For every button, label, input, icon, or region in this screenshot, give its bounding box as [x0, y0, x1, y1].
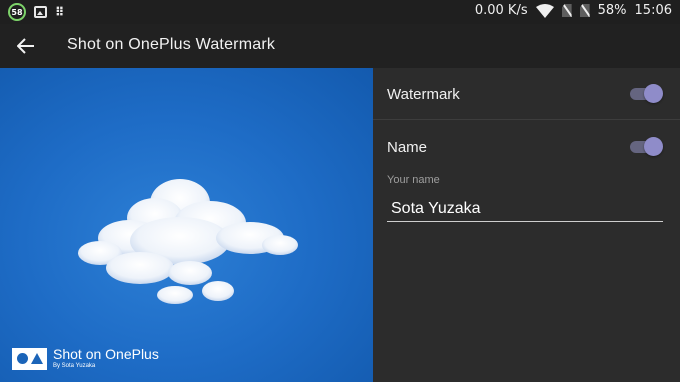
your-name-label: Your name — [387, 174, 440, 186]
watermark-text: Shot on OnePlus By Sota Yuzaka — [53, 347, 159, 370]
watermark-setting-label: Watermark — [387, 86, 460, 103]
watermark-byline: By Sota Yuzaka — [53, 363, 96, 369]
status-bar-right: 0.00 K/s 58% 15:06 — [475, 3, 672, 18]
net-speed: 0.00 K/s — [474, 3, 528, 18]
clock: 15:06 — [634, 3, 672, 18]
no-sim-icon — [561, 4, 572, 17]
app-bar: Shot on OnePlus Watermark — [0, 24, 680, 68]
notification-badge-icon: 58 — [8, 3, 26, 21]
page-title: Shot on OnePlus Watermark — [67, 36, 276, 53]
cloud-image — [78, 179, 298, 304]
wifi-icon — [535, 3, 554, 18]
status-bar: 58 ⠿ 0.00 K/s 58% 15:06 — [0, 0, 680, 24]
settings-panel: Watermark Name Your name — [373, 68, 680, 382]
no-sim-icon — [579, 4, 590, 17]
back-button[interactable] — [10, 32, 42, 60]
hash-notification-icon: ⠿ — [55, 5, 65, 19]
oneplus-logo-icon — [12, 347, 47, 370]
battery-level: 58% — [597, 3, 627, 18]
your-name-input[interactable] — [387, 196, 663, 222]
status-bar-left: 58 ⠿ — [8, 3, 64, 21]
arrow-back-icon — [17, 38, 34, 54]
image-notification-icon — [34, 6, 47, 18]
notification-badge-count: 58 — [11, 7, 23, 17]
name-toggle[interactable] — [630, 136, 664, 156]
divider — [373, 119, 680, 120]
name-setting-label: Name — [387, 139, 428, 156]
watermark-title: Shot on OnePlus — [53, 346, 159, 362]
watermark-toggle[interactable] — [630, 83, 664, 103]
watermark-overlay: Shot on OnePlus By Sota Yuzaka — [12, 347, 159, 370]
watermark-preview-image: Shot on OnePlus By Sota Yuzaka — [0, 68, 373, 382]
